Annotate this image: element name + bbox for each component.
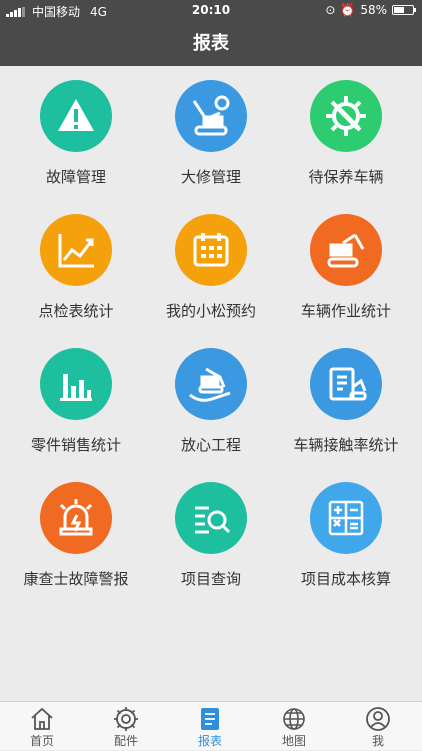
menu-item-label: 点检表统计 [38, 302, 114, 320]
tab-bar: 首页 配件 报表 地图 我 [0, 701, 422, 750]
battery-percent: 58% [360, 3, 387, 17]
menu-item-parts-sales-statistics[interactable]: 零件销售统计 [6, 334, 146, 468]
tab-label: 我 [371, 734, 384, 748]
menu-item-label: 故障管理 [45, 168, 106, 186]
menu-item-label: 车辆接触率统计 [293, 436, 399, 454]
growth-chart-icon [40, 214, 112, 286]
menu-item-vehicle-work-statistics[interactable]: 车辆作业统计 [276, 200, 416, 334]
menu-item-label: 放心工程 [180, 436, 241, 454]
excavator-repair-icon [175, 80, 247, 152]
tab-map[interactable]: 地图 [252, 702, 336, 751]
tab-label: 报表 [197, 734, 222, 748]
tab-label: 地图 [281, 734, 306, 748]
menu-item-label: 待保养车辆 [308, 168, 384, 186]
menu-item-label: 项目查询 [180, 570, 241, 588]
tab-label: 配件 [113, 734, 138, 748]
tab-report[interactable]: 报表 [168, 702, 252, 751]
home-icon [31, 707, 53, 730]
tab-parts[interactable]: 配件 [84, 702, 168, 751]
menu-item-project-cost-accounting[interactable]: 项目成本核算 [276, 468, 416, 602]
bar-chart-icon [40, 348, 112, 420]
alarm-icon: ⏰ [340, 3, 356, 17]
menu-item-label: 康查士故障警报 [23, 570, 129, 588]
status-right: ⊙ ⏰ 58% [325, 3, 416, 17]
tab-label: 首页 [29, 734, 54, 748]
battery-icon [392, 5, 416, 15]
report-icon [201, 708, 219, 730]
excavator-icon [310, 214, 382, 286]
menu-item-vehicle-contact-rate[interactable]: 车辆接触率统计 [276, 334, 416, 468]
calendar-icon [175, 214, 247, 286]
menu-item-label: 车辆作业统计 [300, 302, 391, 320]
menu-item-pending-maintenance[interactable]: 待保养车辆 [276, 66, 416, 200]
tab-home[interactable]: 首页 [0, 702, 84, 751]
menu-item-label: 零件销售统计 [30, 436, 121, 454]
gear-wrench-icon [310, 80, 382, 152]
tab-me[interactable]: 我 [336, 702, 420, 751]
hand-excavator-icon [175, 348, 247, 420]
calculator-icon [310, 482, 382, 554]
gear-icon [114, 707, 138, 731]
alarm-light-icon [40, 482, 112, 554]
status-bar: 中国移动 4G 20:10 ⊙ ⏰ 58% [0, 0, 422, 22]
menu-item-label: 项目成本核算 [300, 570, 391, 588]
menu-item-komtrax-fault-alarm[interactable]: 康查士故障警报 [6, 468, 146, 602]
menu-item-checklist-statistics[interactable]: 点检表统计 [6, 200, 146, 334]
menu-item-reliable-project[interactable]: 放心工程 [141, 334, 281, 468]
list-search-icon [175, 482, 247, 554]
menu-item-label: 我的小松预约 [165, 302, 256, 320]
menu-item-overhaul-management[interactable]: 大修管理 [141, 66, 281, 200]
clipboard-excavator-icon [310, 348, 382, 420]
menu-item-fault-management[interactable]: 故障管理 [6, 66, 146, 200]
user-icon [366, 707, 390, 731]
menu-item-label: 大修管理 [180, 168, 241, 186]
menu-item-komatsu-booking[interactable]: 我的小松预约 [141, 200, 281, 334]
menu-item-project-query[interactable]: 项目查询 [141, 468, 281, 602]
page-title: 报表 [0, 22, 422, 66]
globe-icon [283, 708, 305, 730]
rotation-lock-icon: ⊙ [325, 3, 336, 17]
warning-icon [40, 80, 112, 152]
